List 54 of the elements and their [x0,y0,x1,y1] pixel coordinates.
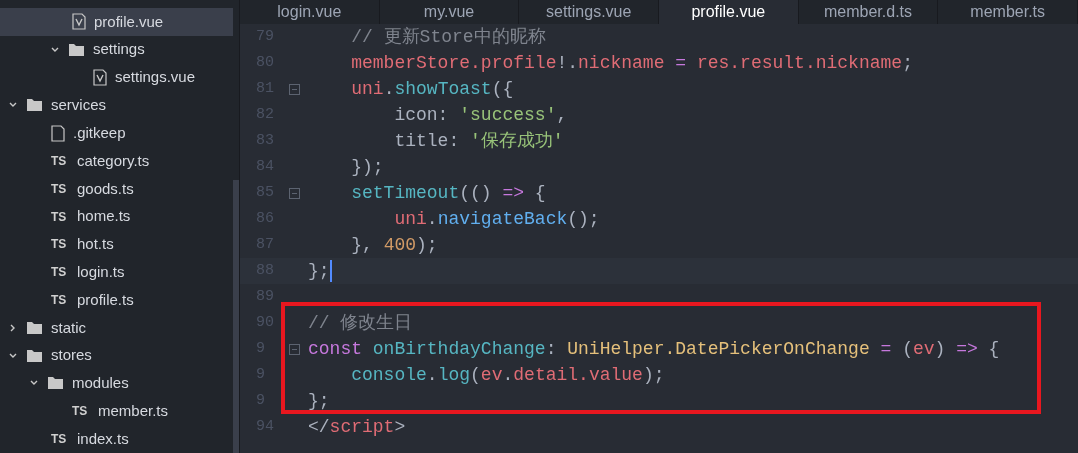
ts-file-icon: TS [51,235,69,254]
folder-item[interactable]: modules [0,369,233,398]
ts-file-icon: TS [51,151,69,170]
folder-icon [68,42,85,57]
code-line: title: '保存成功' [393,130,564,153]
file-item[interactable]: TS profile.ts [0,286,233,314]
editor-tab[interactable]: my.vue [379,0,520,24]
file-item[interactable]: TS member.ts [0,397,233,426]
editor-tab[interactable]: login.vue [240,0,380,24]
code-line: icon: 'success', [393,104,568,127]
code-line: </script> [308,416,406,439]
folder-item[interactable]: settings [0,35,233,64]
file-item[interactable]: TS category.ts [0,147,233,175]
code-line: uni.navigateBack(); [393,208,600,231]
folder-item[interactable]: static [0,313,233,342]
code-line: setTimeout(() => { [350,182,546,205]
file-item[interactable]: TS goods.ts [0,174,233,203]
vue-file-icon [72,13,86,31]
folder-icon [26,348,43,363]
scrollbar[interactable] [233,180,239,453]
file-icon [51,124,65,142]
file-item[interactable]: settings.vue [0,63,233,92]
file-item[interactable]: TS index.ts [0,425,233,453]
code-line: const onBirthdayChange: UniHelper.DatePickerOnChange = (ev) => { [308,338,1000,361]
editor-tab[interactable]: member.ts [938,0,1078,24]
ts-file-icon: TS [51,207,69,226]
folder-item[interactable]: stores [0,341,233,370]
code-line: }; [308,260,330,283]
code-line: }; [308,390,330,413]
file-item[interactable]: profile.vue [0,8,233,36]
folder-icon [47,376,64,391]
code-line: memberStore.profile!.nickname = res.result.nickname; [350,52,913,75]
ts-file-icon: TS [72,402,90,421]
ts-file-icon: TS [51,430,69,449]
file-item[interactable]: TS login.ts [0,258,233,287]
folder-item[interactable]: services [0,91,233,120]
vue-file-icon [93,69,107,87]
code-line: }); [350,156,384,179]
code-line: // 修改生日 [308,312,413,335]
editor-tab[interactable]: profile.vue [659,0,799,24]
file-item[interactable]: TS hot.ts [0,230,233,259]
code-line: uni.showToast({ [350,78,514,101]
code-line: console.log(ev.detail.value); [350,364,665,387]
file-item[interactable]: .gitkeep [0,119,233,148]
ts-file-icon: TS [51,291,69,310]
code-line: // 更新Store中的昵称 [350,26,546,49]
folder-icon [26,320,43,335]
editor-tab[interactable]: member.d.ts [798,0,939,24]
file-item[interactable]: TS home.ts [0,202,233,231]
folder-icon [26,98,43,113]
text-cursor [329,260,332,282]
code-line: }, 400); [350,234,438,257]
ts-file-icon: TS [51,263,69,282]
ts-file-icon: TS [51,179,69,198]
